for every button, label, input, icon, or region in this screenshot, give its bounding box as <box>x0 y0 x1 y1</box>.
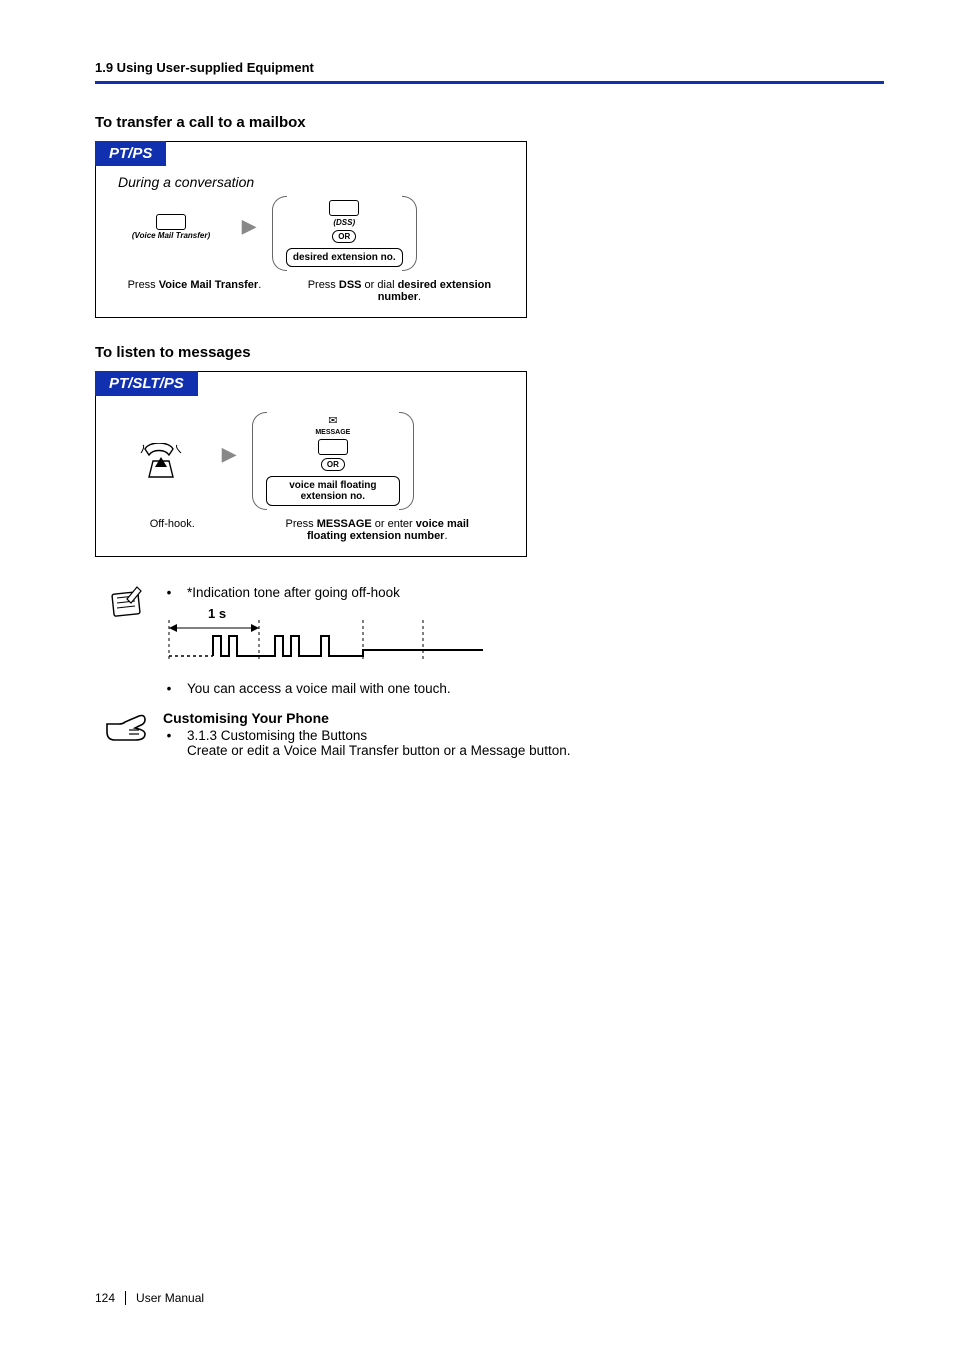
tone-waveform: 1 s <box>163 606 884 671</box>
breadcrumb: 1.9 Using User-supplied Equipment <box>95 60 884 81</box>
button-key-icon <box>156 214 186 230</box>
page-footer: 124 User Manual <box>95 1291 204 1305</box>
step-press-vm-transfer: (Voice Mail Transfer) <box>116 194 226 240</box>
note-indication-tone: • *Indication tone after going off-hook <box>163 585 884 600</box>
section-title-transfer: To transfer a call to a mailbox <box>95 114 884 131</box>
device-tab-ptsltps: PT/SLT/PS <box>95 371 198 396</box>
message-button-key <box>318 439 348 455</box>
hand-pointing-icon <box>105 710 149 749</box>
customising-desc: Create or edit a Voice Mail Transfer but… <box>187 743 570 758</box>
desired-ext-box: desired extension no. <box>286 248 403 267</box>
notepad-icon <box>105 583 149 628</box>
option-group-message: ✉ MESSAGE OR voice mail floating extensi… <box>252 410 414 512</box>
doc-title: User Manual <box>136 1291 204 1305</box>
or-pill: OR <box>332 230 356 243</box>
device-tab-ptps: PT/PS <box>95 141 166 166</box>
vm-floating-ext-box: voice mail floating extension no. <box>266 476 400 506</box>
page-number: 124 <box>95 1291 126 1305</box>
arrow-icon: ▶ <box>236 216 262 251</box>
notes-block: • *Indication tone after going off-hook … <box>105 583 884 698</box>
or-pill: OR <box>321 458 345 471</box>
customising-ref: 3.1.3 Customising the Buttons <box>187 728 367 743</box>
offhook-icon <box>139 443 183 479</box>
note-one-touch: • You can access a voice mail with one t… <box>163 681 884 696</box>
customising-block: Customising Your Phone • 3.1.3 Customisi… <box>105 710 884 760</box>
message-button-icon: ✉ MESSAGE <box>315 416 350 436</box>
customising-title: Customising Your Phone <box>163 710 570 726</box>
header-rule <box>95 81 884 84</box>
procedure-box-transfer: PT/PS During a conversation (Voice Mail … <box>95 141 527 318</box>
step1-caption: Press Voice Mail Transfer. <box>128 279 262 303</box>
section-title-listen: To listen to messages <box>95 344 884 361</box>
step2-caption-listen: Press MESSAGE or enter voice mail floati… <box>282 518 472 542</box>
button-key-label: (Voice Mail Transfer) <box>132 232 210 240</box>
step2-caption: Press DSS or dial desired extension numb… <box>304 279 494 303</box>
dss-button-label: (DSS) <box>333 219 355 227</box>
option-group-dss: (DSS) OR desired extension no. <box>272 194 417 273</box>
arrow-icon: ▶ <box>216 444 242 479</box>
dss-button-icon <box>329 200 359 216</box>
step1-caption-listen: Off-hook. <box>150 518 195 542</box>
customising-bullet: • 3.1.3 Customising the Buttons Create o… <box>163 728 570 758</box>
procedure-box-listen: PT/SLT/PS ▶ ✉ MESSAGE <box>95 371 527 557</box>
tone-duration-label: 1 s <box>208 606 226 621</box>
step-offhook <box>116 443 206 479</box>
context-label: During a conversation <box>96 166 526 190</box>
